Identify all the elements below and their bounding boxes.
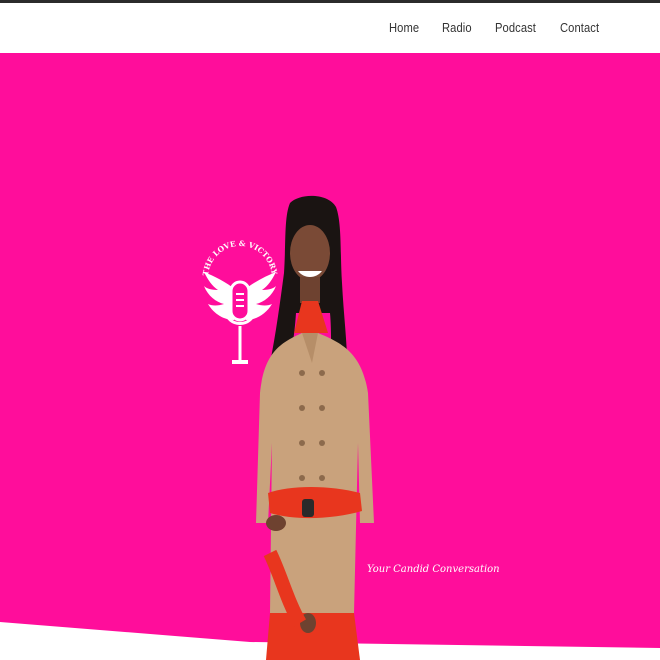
nav-podcast-link[interactable]: Podcast xyxy=(495,20,536,35)
main-nav: Home Radio Podcast Contact xyxy=(389,20,606,35)
nav-contact-link[interactable]: Contact xyxy=(560,20,599,35)
host-photo xyxy=(256,195,374,660)
nav-home-link[interactable]: Home xyxy=(389,20,419,35)
site-header: Home Radio Podcast Contact xyxy=(0,3,660,53)
nav-radio-link[interactable]: Radio xyxy=(442,20,472,35)
hero-tagline: Your Candid Conversation xyxy=(367,564,500,575)
